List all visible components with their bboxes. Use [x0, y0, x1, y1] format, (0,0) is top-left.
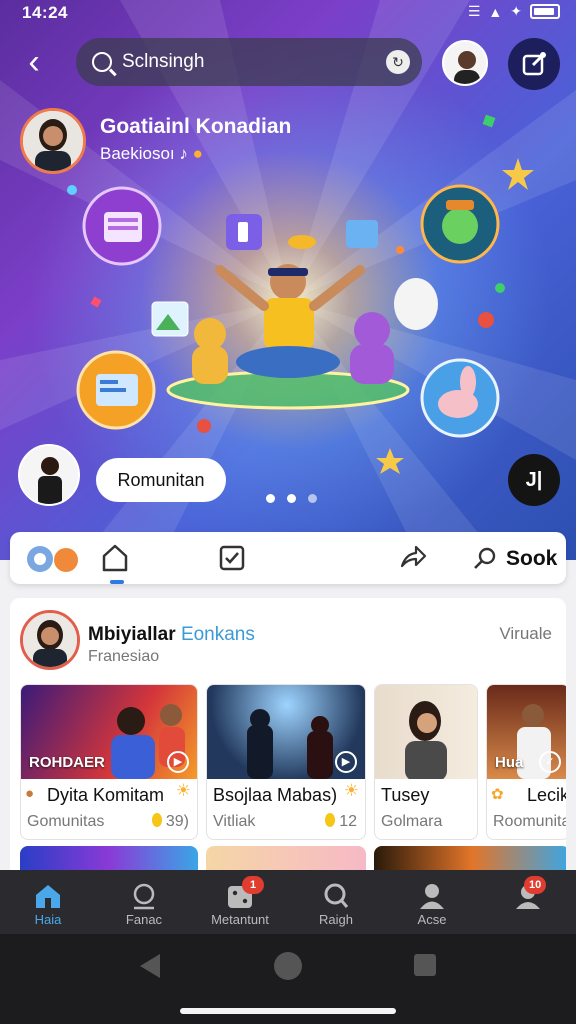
card-image: ▶	[207, 685, 365, 779]
frog-bubble-icon	[420, 184, 500, 264]
music-button[interactable]: J|	[508, 454, 560, 506]
home-icon	[36, 885, 60, 908]
feed-title[interactable]: Mbiyiallar Eonkans	[88, 624, 255, 646]
community-card[interactable]: Hua ✓ ✿ Lecik Roomunita	[486, 684, 566, 840]
system-back-icon[interactable]	[140, 954, 160, 978]
card-subtitle: Roomunita	[493, 813, 566, 830]
card-count: 12	[325, 813, 357, 831]
nav-label: Haia	[34, 912, 62, 927]
chart-bubble-icon	[76, 350, 156, 430]
bear-illustration	[192, 318, 228, 384]
card-title: Lecik	[527, 785, 566, 805]
nav-label: Raigh	[319, 912, 353, 927]
nav-label: Fanac	[125, 912, 163, 927]
fish-float-icon	[288, 235, 316, 249]
system-navigation	[0, 934, 576, 1024]
cake-icon: ●	[25, 785, 35, 802]
nav-item-acse[interactable]: Acse	[384, 870, 480, 934]
carousel-dot[interactable]	[287, 494, 296, 503]
share-tab-icon[interactable]	[398, 542, 428, 572]
community-card[interactable]: ROHDAER ▶ Dyita Komitam ● ☀ Gomunitas 39…	[20, 684, 198, 840]
phone-float-icon	[226, 214, 262, 250]
card-image	[375, 685, 477, 779]
card-image: Hua ✓	[487, 685, 566, 779]
ghost-float-icon	[394, 278, 438, 330]
feed-card: Mbiyiallar Eonkans Franesiao Viruale ROH…	[10, 598, 566, 888]
card-title: Tusey	[381, 785, 430, 805]
feed-title-accent[interactable]: Eonkans	[181, 624, 255, 645]
carousel-dots[interactable]	[266, 494, 317, 503]
feed-cards: ROHDAER ▶ Dyita Komitam ● ☀ Gomunitas 39…	[18, 684, 566, 844]
carousel-dot[interactable]	[308, 494, 317, 503]
card-subtitle: Golmara	[381, 813, 443, 830]
nav-label: Metantunt	[211, 912, 269, 927]
nav-item-metantunt[interactable]: 1 Metantunt	[192, 870, 288, 934]
feed-author-avatar[interactable]	[20, 610, 80, 670]
play-icon[interactable]: ✓	[539, 751, 561, 773]
card-subtitle: Vitliak	[213, 813, 256, 830]
star-icon	[502, 158, 534, 190]
person-icon	[420, 884, 444, 909]
search-person-icon	[133, 883, 155, 910]
bunny-bubble-icon	[420, 358, 500, 438]
card-title: Dyita Komitam	[47, 785, 165, 805]
app-logo-icon[interactable]	[26, 544, 80, 574]
nav-item-home[interactable]: Haia	[0, 870, 96, 934]
purple-bear-illustration	[350, 312, 394, 384]
photo-float-icon	[151, 301, 189, 337]
play-icon[interactable]: ▶	[167, 751, 189, 773]
community-button[interactable]: Romunitan	[96, 458, 226, 502]
star-icon	[376, 448, 404, 474]
card-image-label: Hua	[495, 754, 524, 771]
flower-icon: ✿	[491, 786, 504, 803]
hero-illustration	[67, 114, 534, 474]
tab-active-indicator	[110, 580, 124, 584]
card-count: 39)	[152, 813, 189, 831]
home-tab-icon[interactable]	[100, 542, 130, 574]
search-icon	[324, 883, 349, 908]
card-subtitle: Gomunitas	[27, 813, 105, 830]
search-tab[interactable]: Sook	[472, 544, 557, 574]
tab-bar: Sook	[10, 532, 566, 584]
nav-item-raigh[interactable]: Raigh	[288, 870, 384, 934]
sun-face-icon: ☀	[175, 781, 191, 800]
calendar-bubble-icon	[82, 186, 162, 266]
creator-avatar[interactable]	[18, 444, 80, 506]
feed-subtitle: Franesiao	[88, 648, 160, 665]
search-tab-icon	[474, 547, 496, 569]
notification-badge: 1	[242, 876, 264, 894]
play-icon[interactable]: ▶	[335, 751, 357, 773]
feed-tag[interactable]: Viruale	[499, 624, 552, 644]
system-recents-icon[interactable]	[414, 954, 436, 976]
app-screen: 14:24 ☰ ▲ ✦ ‹ Sclnsingh ↻ Goatiainl Kona…	[0, 0, 576, 1024]
card-image: ROHDAER ▶	[21, 685, 197, 779]
person-illustration	[215, 264, 365, 378]
hero-banner: 14:24 ☰ ▲ ✦ ‹ Sclnsingh ↻ Goatiainl Kona…	[0, 0, 576, 560]
checkbox-tab-icon[interactable]	[218, 544, 246, 572]
nav-item-fanac[interactable]: Fanac	[96, 870, 192, 934]
gesture-bar[interactable]	[180, 1008, 396, 1014]
nav-label: Acse	[417, 912, 447, 927]
sun-face-icon: ☀	[343, 781, 359, 800]
system-home-icon[interactable]	[274, 952, 302, 980]
bottom-navigation: Haia Fanac 1 Metantunt Raigh Acse 10	[0, 870, 576, 934]
nav-item-profile[interactable]: 10	[480, 870, 576, 934]
pencil-float-icon	[346, 220, 378, 248]
community-card[interactable]: Tusey Golmara	[374, 684, 478, 840]
card-image-label: ROHDAER	[29, 754, 105, 771]
notification-badge: 10	[524, 876, 547, 894]
carousel-dot[interactable]	[266, 494, 275, 503]
card-title: Bsojlaa Mabas)	[213, 785, 338, 805]
search-tab-label: Sook	[506, 547, 558, 570]
community-card[interactable]: ▶ Bsojlaa Mabas) ☀ Vitliak 12	[206, 684, 366, 840]
